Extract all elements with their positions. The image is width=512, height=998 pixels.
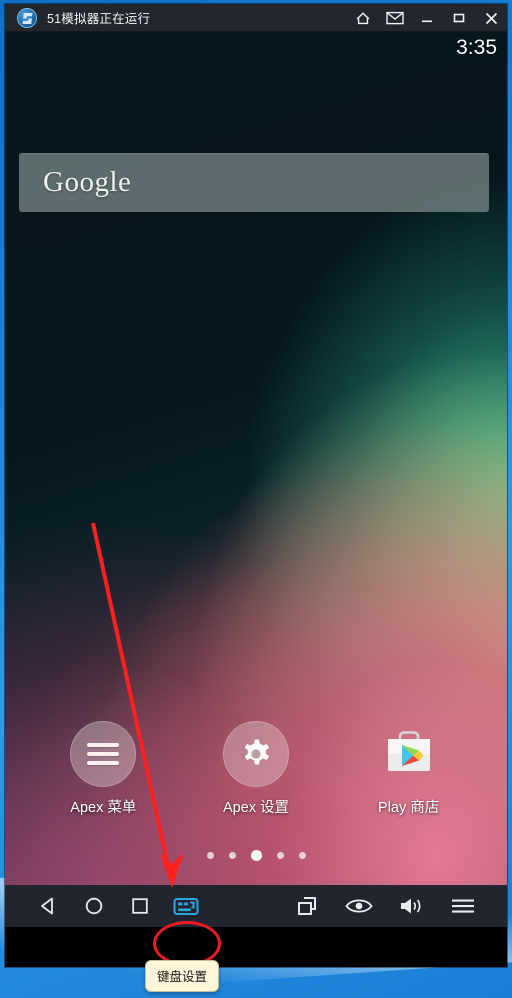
app-icon-play-store[interactable]: Play 商店 [354,721,464,817]
home-app-row: Apex 菜单 Apex 设置 Play 商店 [5,721,507,817]
google-search-widget[interactable]: Google [19,153,489,212]
keyboard-settings-icon[interactable] [163,885,209,927]
menu-hamburger-icon[interactable] [437,885,489,927]
window-controls [347,4,507,32]
window-title: 51模拟器正在运行 [47,12,151,26]
android-status-bar: 3:35 [5,32,507,64]
app-label: Apex 菜单 [70,800,137,816]
status-clock: 3:35 [456,36,497,59]
home-circle-icon[interactable] [71,885,117,927]
minimize-icon[interactable] [411,4,443,32]
home-icon[interactable] [347,4,379,32]
apex-menu-icon [70,721,137,787]
emulator-navbar [5,885,507,927]
page-dot[interactable] [228,852,236,859]
page-dot[interactable] [206,852,214,859]
google-wordmark: Google [43,166,132,198]
keyboard-settings-tooltip: 键盘设置 [145,960,220,992]
emulator-logo-icon [17,7,37,28]
maximize-icon[interactable] [443,4,475,32]
page-dot[interactable] [276,852,284,859]
multi-window-icon[interactable] [281,885,333,927]
recents-square-icon[interactable] [117,885,163,927]
app-label: Play 商店 [378,800,440,816]
android-screen: 3:35 Google Apex 菜单 Apex 设置 Play 商店 [5,32,507,927]
back-icon[interactable] [25,885,71,927]
apex-settings-gear-icon [222,721,289,787]
mail-icon[interactable] [379,4,411,32]
page-dot[interactable] [298,852,306,859]
close-icon[interactable] [475,4,507,32]
eye-view-icon[interactable] [333,885,385,927]
window-titlebar: 51模拟器正在运行 [5,4,507,32]
app-icon-apex-settings[interactable]: Apex 设置 [201,721,311,817]
navbar-left-group [25,885,209,927]
navbar-right-group [281,885,489,927]
play-store-icon [376,721,442,787]
page-indicator [5,850,507,861]
app-icon-apex-menu[interactable]: Apex 菜单 [48,721,158,817]
page-dot-active[interactable] [250,850,262,861]
volume-icon[interactable] [385,885,437,927]
emulator-window: 51模拟器正在运行 3:35 Google Apex 菜单 Apex 设置 Pl… [5,4,507,967]
app-label: Apex 设置 [222,800,290,816]
